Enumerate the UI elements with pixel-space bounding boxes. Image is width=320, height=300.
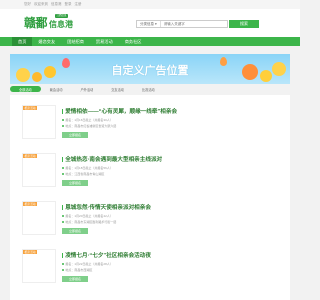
location-icon	[62, 172, 65, 176]
topbar-link[interactable]: 您好	[24, 2, 31, 7]
signup-button[interactable]: 立即报名	[62, 276, 88, 282]
activity-title[interactable]: 恩城忽然·传情天使相亲派对相亲会	[62, 203, 151, 211]
activity-filter: 全部活动 聚会活动 户外活动 交友活动 比赛活动	[10, 85, 290, 93]
category-tag: 相亲活动	[23, 249, 38, 255]
signup-info: 报名：1月22日截止（共报名28人）	[65, 262, 113, 266]
activity-title[interactable]: 凌情七月·“七夕”社区相亲会活动夜	[62, 251, 151, 259]
activity-title-text: 凌情七月·“七夕”社区相亲会活动夜	[65, 253, 151, 259]
title-marker	[62, 156, 64, 162]
activity-meta: 报名：1月22日截止（共报名28人）	[62, 262, 113, 266]
search-input[interactable]	[160, 22, 219, 26]
location-info: 地点：南昌市东湖区胜利路步行街一层	[65, 220, 117, 224]
search-button[interactable]: 搜索	[229, 20, 259, 28]
list-item: 相亲活动 爱情相依——“心有灵犀，顺缘一线牵”相亲会 报名：1月16日截止（共报…	[10, 99, 290, 145]
signup-button[interactable]: 立即报名	[62, 132, 88, 138]
location-info: 地点：南昌市西湖区	[65, 268, 93, 272]
location-icon	[62, 220, 65, 224]
location-info: 地点：南昌市红谷滩新区世贸大厦六层	[65, 124, 117, 128]
site-header: 赣鄱 信息港 江西信息 分类信息 ▾ 搜索	[0, 9, 300, 37]
list-item: 相亲活动 全城热恋·南会遇到最大型相亲主线派对 报名：1月18日截止（共报名56…	[10, 147, 290, 193]
filter-dating[interactable]: 交友活动	[102, 86, 133, 92]
nav-item-community[interactable]: 商务社区	[119, 37, 148, 46]
logo-main-text: 赣鄱	[24, 16, 48, 30]
top-bar: 您好 欢迎来到 信息港 登录 注册	[0, 0, 300, 9]
nav-item-trade[interactable]: 贸易活动	[90, 37, 119, 46]
activity-meta: 地点：南昌市西湖区	[62, 268, 92, 272]
activity-meta: 报名：1月20日截止（共报名42人）	[62, 214, 113, 218]
category-tag: 相亲活动	[23, 153, 38, 159]
logo-tag: 江西信息	[55, 14, 69, 18]
topbar-link: 欢迎来到	[34, 2, 48, 6]
filter-outdoor[interactable]: 户外活动	[72, 86, 103, 92]
activity-meta: 地点：南昌市东湖区胜利路步行街一层	[62, 220, 116, 224]
activity-meta: 报名：1月16日截止（共报名30人）	[62, 118, 113, 122]
login-link[interactable]: 登录	[65, 2, 72, 7]
nav-item-business[interactable]: 团结招商	[61, 37, 90, 46]
logo-sub-text: 信息港	[49, 20, 74, 29]
location-icon	[62, 268, 65, 272]
chevron-down-icon: ▾	[155, 22, 157, 26]
location-info: 地点：江西省南昌市青山湖区	[65, 172, 105, 176]
activity-title-text: 爱情相依——“心有灵犀，顺缘一线牵”相亲会	[65, 109, 178, 115]
nav-item-home[interactable]: 首页	[12, 37, 33, 46]
activity-thumbnail[interactable]: 相亲活动	[22, 105, 56, 139]
topbar-link: 信息港	[51, 2, 62, 6]
activity-list: 相亲活动 爱情相依——“心有灵犀，顺缘一线牵”相亲会 报名：1月16日截止（共报…	[10, 95, 290, 300]
activity-thumbnail[interactable]: 相亲活动	[22, 249, 56, 283]
signup-button[interactable]: 立即报名	[62, 180, 88, 186]
list-item: 相亲活动 凌情七月·“七夕”社区相亲会活动夜 报名：1月22日截止（共报名28人…	[10, 243, 290, 289]
clock-icon	[62, 166, 65, 170]
site-logo[interactable]: 赣鄱 信息港 江西信息	[24, 14, 74, 30]
banner-title: 自定义广告位置	[111, 64, 189, 77]
clock-icon	[62, 262, 65, 266]
search-category-label: 分类信息	[140, 21, 154, 26]
activity-title-text: 全城热恋·南会遇到最大型相亲主线派对	[65, 157, 163, 163]
title-marker	[62, 252, 64, 258]
register-link[interactable]: 注册	[75, 2, 82, 7]
signup-info: 报名：1月18日截止（共报名56人）	[65, 166, 113, 170]
filter-party[interactable]: 聚会活动	[41, 86, 72, 92]
search-category-select[interactable]: 分类信息 ▾	[137, 21, 161, 27]
signup-info: 报名：1月20日截止（共报名42人）	[65, 214, 113, 218]
activity-meta: 地点：南昌市红谷滩新区世贸大厦六层	[62, 124, 116, 128]
title-marker	[62, 108, 64, 114]
activity-title-text: 恩城忽然·传情天使相亲派对相亲会	[65, 205, 151, 211]
activity-title[interactable]: 爱情相依——“心有灵犀，顺缘一线牵”相亲会	[62, 107, 177, 115]
activity-thumbnail[interactable]: 相亲活动	[22, 153, 56, 187]
category-tag: 相亲活动	[23, 201, 38, 207]
location-icon	[62, 124, 65, 128]
activity-thumbnail[interactable]: 相亲活动	[22, 201, 56, 235]
search-box: 分类信息 ▾	[136, 20, 228, 28]
filter-all[interactable]: 全部活动	[10, 86, 41, 92]
category-tag: 相亲活动	[23, 105, 38, 111]
signup-info: 报名：1月16日截止（共报名30人）	[65, 118, 113, 122]
list-item: 相亲活动 恩城忽然·传情天使相亲派对相亲会 报名：1月20日截止（共报名42人）…	[10, 195, 290, 241]
nav-item-dating[interactable]: 婚恋交友	[32, 37, 61, 46]
activity-title[interactable]: 全城热恋·南会遇到最大型相亲主线派对	[62, 155, 162, 163]
clock-icon	[62, 214, 65, 218]
filter-contest[interactable]: 比赛活动	[133, 86, 164, 92]
activity-meta: 地点：江西省南昌市青山湖区	[62, 172, 104, 176]
main-nav: 首页 婚恋交友 团结招商 贸易活动 商务社区	[0, 37, 300, 46]
clock-icon	[62, 118, 65, 122]
activity-meta: 报名：1月18日截止（共报名56人）	[62, 166, 113, 170]
title-marker	[62, 204, 64, 210]
signup-button[interactable]: 立即报名	[62, 228, 88, 234]
ad-banner[interactable]: 自定义广告位置	[10, 54, 290, 84]
